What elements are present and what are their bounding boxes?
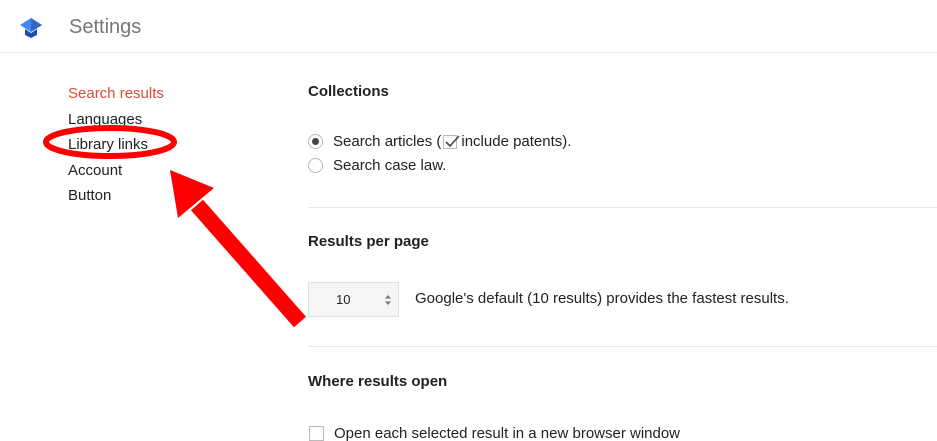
- results-per-page-note: Google's default (10 results) provides t…: [415, 290, 789, 307]
- settings-sidebar: Search results Languages Library links A…: [68, 81, 164, 209]
- sidebar-item-button[interactable]: Button: [68, 183, 164, 209]
- new-window-label: Open each selected result in a new brows…: [334, 425, 681, 441]
- sidebar-item-account[interactable]: Account: [68, 158, 164, 184]
- new-window-checkbox[interactable]: [309, 426, 324, 441]
- annotation-overlay: [43, 125, 307, 328]
- search-articles-label: Search articles (: [333, 133, 442, 150]
- settings-page: Settings Search results Languages Librar…: [0, 0, 937, 441]
- page-title: Settings: [69, 16, 142, 38]
- search-case-law-label: Search case law.: [333, 157, 447, 174]
- where-results-open-heading: Where results open: [308, 373, 448, 390]
- section-divider: [308, 207, 937, 208]
- section-divider: [308, 346, 937, 347]
- up-down-arrows-icon: [377, 294, 398, 306]
- sidebar-item-languages[interactable]: Languages: [68, 107, 164, 133]
- collections-heading: Collections: [308, 83, 389, 100]
- header-divider: [0, 52, 937, 53]
- new-window-option[interactable]: Open each selected result in a new brows…: [309, 425, 680, 441]
- sidebar-item-search-results[interactable]: Search results: [68, 81, 164, 107]
- search-articles-radio[interactable]: [308, 134, 323, 149]
- sidebar-item-library-links[interactable]: Library links: [68, 132, 164, 158]
- include-patents-label: include patents).: [461, 133, 572, 150]
- annotation-arrowhead: [170, 170, 214, 218]
- annotation-arrow-shaft: [190, 199, 307, 328]
- results-per-page-heading: Results per page: [308, 233, 429, 250]
- search-articles-option[interactable]: Search articles ( include patents).: [308, 133, 571, 150]
- scholar-cap-icon[interactable]: [20, 18, 42, 38]
- results-per-page-value: 10: [336, 292, 351, 307]
- search-case-law-radio[interactable]: [308, 158, 323, 173]
- include-patents-checkbox[interactable]: [443, 134, 460, 149]
- search-case-law-option[interactable]: Search case law.: [308, 157, 446, 174]
- results-per-page-select[interactable]: 10: [308, 282, 399, 317]
- checkmark-icon: [445, 134, 460, 147]
